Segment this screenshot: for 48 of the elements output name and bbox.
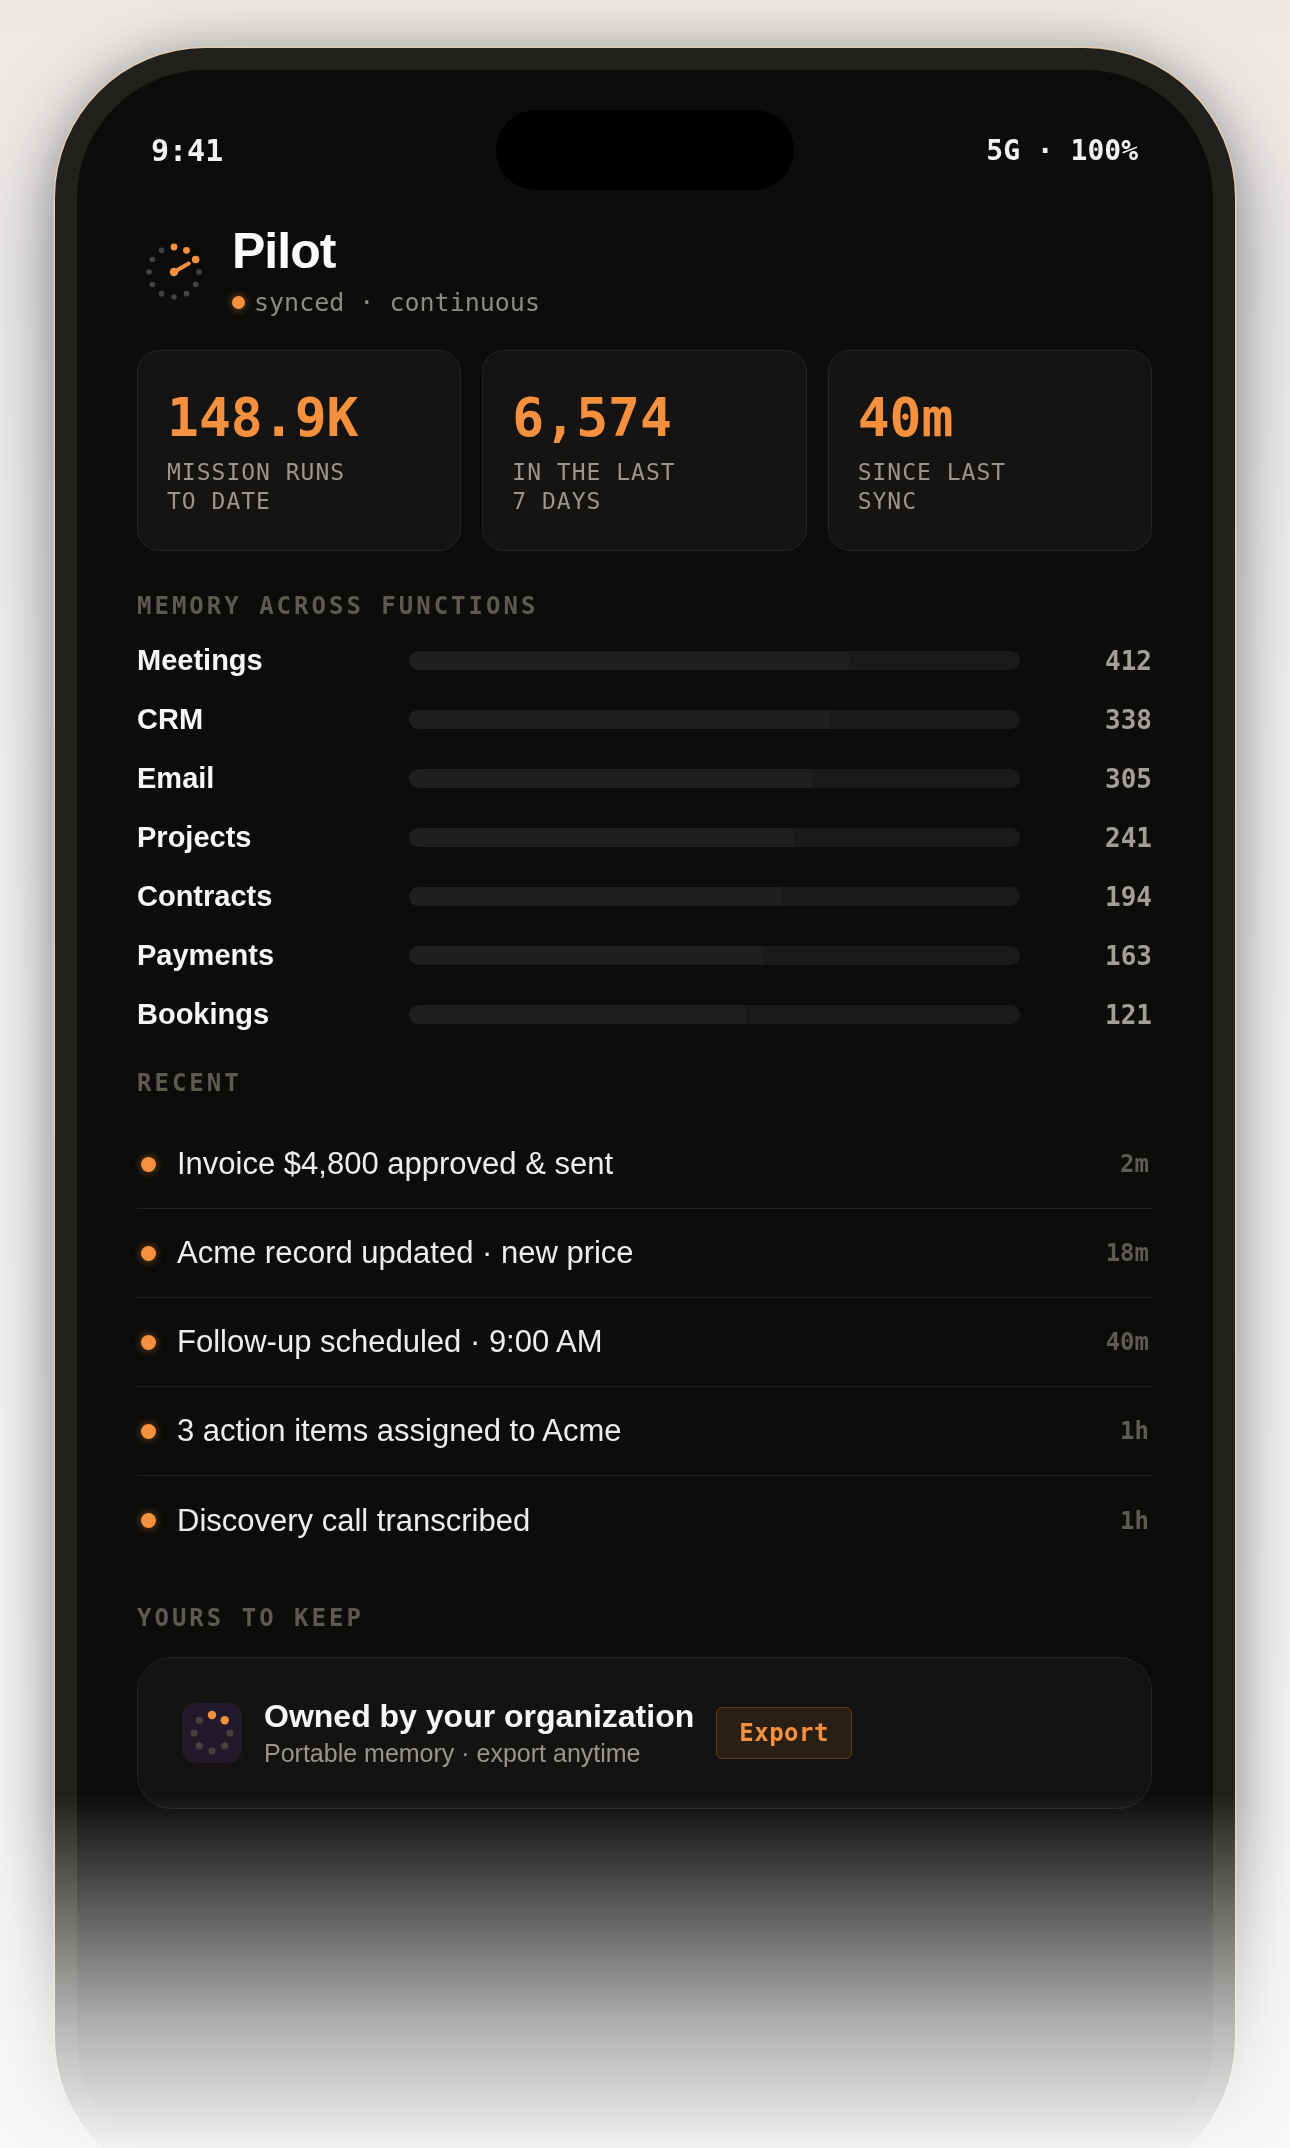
activity-time: 2m (1120, 1150, 1149, 1178)
stat-value: 6,574 (512, 386, 673, 450)
section-heading: MEMORY ACROSS FUNCTIONS (137, 591, 540, 622)
section-heading: RECENT (137, 1068, 243, 1099)
stat-label: IN THE LAST 7 DAYS (512, 458, 677, 516)
function-label: Payments (137, 939, 275, 972)
dotted-ring-icon (182, 1703, 242, 1763)
status-indicators: 5G · 100% (986, 133, 1138, 167)
function-label: Bookings (137, 998, 271, 1031)
activity-time: 1h (1120, 1506, 1149, 1535)
sync-status: synced · continuous (254, 287, 540, 317)
activity-time: 18m (1105, 1239, 1149, 1267)
function-label: Contracts (137, 880, 274, 913)
activity-text: Acme record updated · new price (177, 1235, 634, 1271)
app-title: Pilot (232, 223, 337, 279)
status-dot-icon (232, 295, 245, 309)
function-label: CRM (137, 703, 205, 736)
activity-text: Follow-up scheduled · 9:00 AM (177, 1324, 603, 1360)
bullet-dot-icon (141, 1513, 156, 1528)
stat-label: SINCE LAST SYNC (857, 458, 1008, 516)
function-label: Email (137, 762, 216, 795)
memory-count: 194 (1105, 881, 1152, 912)
activity-text: 3 action items assigned to Acme (177, 1413, 622, 1449)
function-label: Meetings (137, 644, 264, 677)
card-subtitle: Portable memory · export anytime (264, 1738, 642, 1769)
stat-value: 148.9K (167, 386, 360, 450)
memory-count: 338 (1105, 704, 1152, 735)
stat-value: 40m (857, 386, 955, 450)
activity-text: Discovery call transcribed (177, 1502, 531, 1539)
bullet-dot-icon (141, 1334, 156, 1350)
memory-count: 121 (1105, 999, 1152, 1030)
bullet-dot-icon (141, 1245, 156, 1261)
dotted-clock-icon (144, 242, 204, 302)
export-button[interactable]: Export (716, 1707, 852, 1759)
activity-time: 40m (1105, 1328, 1149, 1356)
function-label: Projects (137, 821, 253, 854)
activity-time: 1h (1120, 1417, 1149, 1445)
activity-text: Invoice $4,800 approved & sent (177, 1146, 614, 1182)
bullet-dot-icon (141, 1156, 156, 1172)
stat-label: MISSION RUNS TO DATE (167, 458, 347, 516)
status-time: 9:41 (151, 132, 224, 168)
memory-count: 412 (1105, 645, 1152, 676)
bullet-dot-icon (141, 1423, 156, 1439)
memory-count: 241 (1105, 822, 1152, 853)
memory-count: 163 (1105, 940, 1152, 971)
memory-count: 305 (1105, 763, 1152, 794)
card-title: Owned by your organization (264, 1697, 695, 1736)
section-heading: YOURS TO KEEP (137, 1603, 365, 1634)
